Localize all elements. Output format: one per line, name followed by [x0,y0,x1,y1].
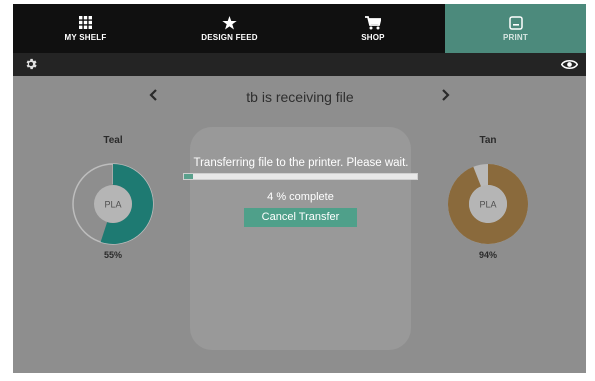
progress-fill [184,174,194,179]
gear-icon[interactable] [24,57,38,74]
transfer-message: Transferring file to the printer. Please… [193,157,409,169]
nav-design-feed[interactable]: DESIGN FEED [158,4,301,53]
nav-print[interactable]: PRINT [445,4,586,53]
right-spool-name: Tan [479,135,497,146]
printer-selector: tb is receiving file [13,86,586,108]
right-spool-percent: 94% [478,250,497,260]
cancel-transfer-button[interactable]: Cancel Transfer [244,208,357,227]
toolbar [13,53,586,76]
nav-my-shelf[interactable]: MY SHELF [13,4,158,53]
left-spool-gauge[interactable]: PLA [71,162,155,246]
right-spool-gauge[interactable]: PLA [446,162,530,246]
chevron-right-icon[interactable] [442,88,450,104]
printer-icon [508,15,523,30]
left-spool-name: Teal [103,135,123,146]
nav-label: SHOP [361,33,385,42]
printer-status-title: tb is receiving file [246,89,354,105]
chevron-left-icon[interactable] [149,88,157,104]
star-icon [222,15,237,30]
nav-label: PRINT [503,33,528,42]
left-spool-percent: 55% [103,250,122,260]
nav-shop[interactable]: SHOP [301,4,445,53]
grid-icon [79,15,92,30]
progress-text: 4 % complete [267,191,334,203]
top-navigation: MY SHELF DESIGN FEED SHOP PRINT [13,4,586,53]
spool-material: PLA [104,200,121,210]
nav-label: MY SHELF [64,33,107,42]
transfer-progress-bar [183,173,418,180]
spool-material: PLA [479,200,496,210]
app-screen: MY SHELF DESIGN FEED SHOP PRINT tb is re… [13,4,586,373]
nav-label: DESIGN FEED [201,33,258,42]
eye-icon[interactable] [560,57,579,72]
cart-icon [365,15,381,30]
